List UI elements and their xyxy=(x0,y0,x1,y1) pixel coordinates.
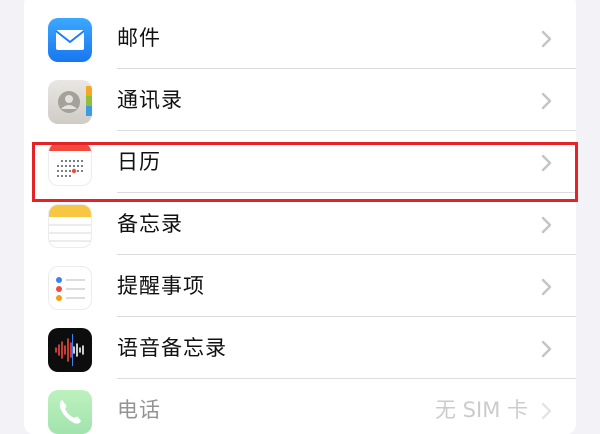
settings-row-label: 备忘录 xyxy=(117,212,183,236)
settings-row-contacts[interactable]: 通讯录 xyxy=(24,69,576,131)
phone-icon xyxy=(48,390,92,434)
chevron-right-icon xyxy=(541,278,552,296)
notes-icon xyxy=(48,204,92,248)
chevron-right-icon xyxy=(541,340,552,358)
contacts-icon xyxy=(48,80,92,124)
mail-icon xyxy=(48,18,92,62)
settings-row-voice-memos[interactable]: 语音备忘录 xyxy=(24,317,576,379)
chevron-right-icon xyxy=(541,92,552,110)
settings-list: 邮件 通讯录 日历 备忘录 提醒事项 语音备忘录 电话 无 SIM 卡 xyxy=(24,0,576,434)
chevron-right-icon xyxy=(541,402,552,420)
reminders-icon xyxy=(48,266,92,310)
settings-row-notes[interactable]: 备忘录 xyxy=(24,193,576,255)
settings-row-label: 通讯录 xyxy=(117,88,183,112)
chevron-right-icon xyxy=(541,216,552,234)
settings-row-label: 提醒事项 xyxy=(117,274,205,298)
sim-status-value: 无 SIM 卡 xyxy=(435,398,528,422)
settings-row-label: 语音备忘录 xyxy=(117,336,227,360)
chevron-right-icon xyxy=(541,30,552,48)
calendar-icon xyxy=(48,142,92,186)
chevron-right-icon xyxy=(541,154,552,172)
settings-row-mail[interactable]: 邮件 xyxy=(24,7,576,69)
settings-row-reminders[interactable]: 提醒事项 xyxy=(24,255,576,317)
voice-memos-icon xyxy=(48,328,92,372)
settings-row-phone[interactable]: 电话 无 SIM 卡 xyxy=(24,379,576,434)
settings-row-label: 电话 xyxy=(117,398,161,422)
settings-row-label: 日历 xyxy=(117,150,161,174)
settings-row-label: 邮件 xyxy=(117,26,161,50)
settings-row-calendar[interactable]: 日历 xyxy=(24,131,576,193)
